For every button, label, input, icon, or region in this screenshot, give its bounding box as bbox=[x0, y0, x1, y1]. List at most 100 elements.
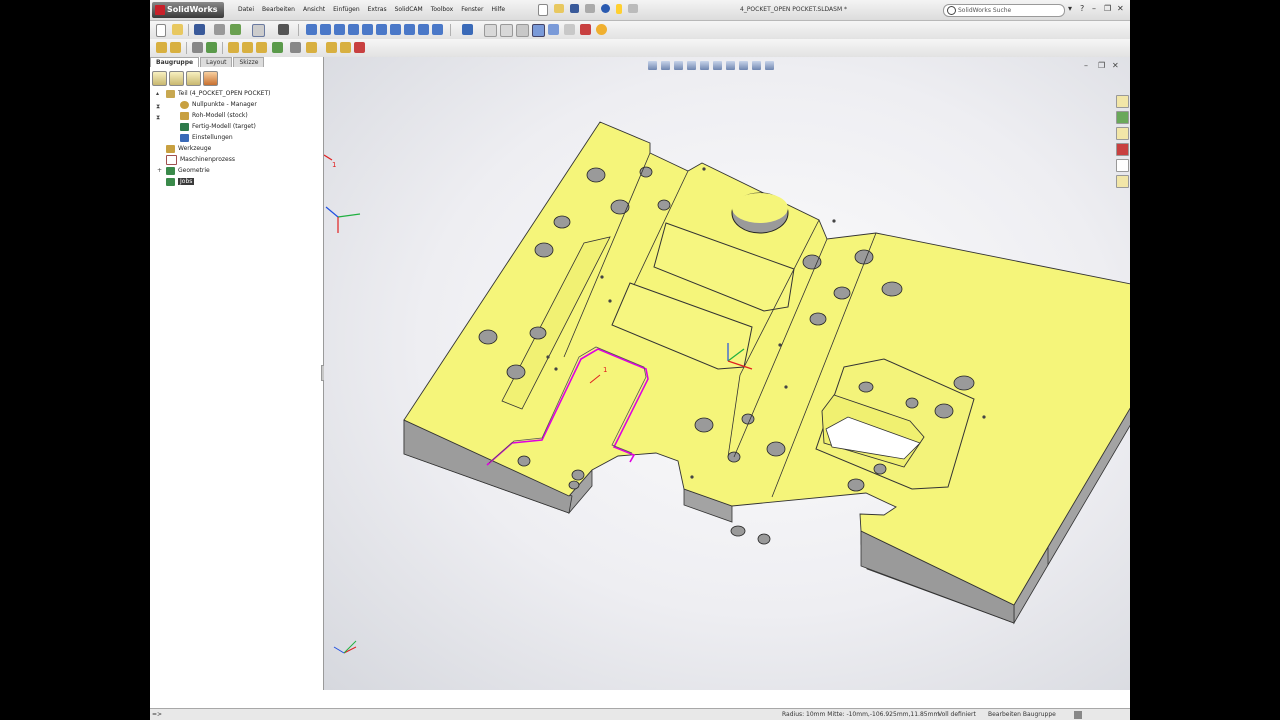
rotate-component-icon[interactable] bbox=[242, 42, 253, 53]
bottom-area bbox=[150, 690, 1130, 708]
view-bottom-icon[interactable] bbox=[376, 24, 387, 35]
save-icon[interactable] bbox=[570, 4, 579, 13]
view-front-icon[interactable] bbox=[306, 24, 317, 35]
search-input[interactable]: SolidWorks Suche bbox=[943, 4, 1065, 17]
tree-item-maschinenprozess[interactable]: Maschinenprozess bbox=[166, 154, 235, 165]
tree-connector-icon: ⧗ bbox=[156, 103, 161, 110]
print-icon[interactable] bbox=[585, 4, 595, 13]
linear-pattern-icon[interactable] bbox=[206, 42, 217, 53]
menu-solidcam[interactable]: SolidCAM bbox=[391, 5, 427, 15]
tab-baugruppe[interactable]: Baugruppe bbox=[150, 57, 200, 67]
hide-show-icon[interactable] bbox=[256, 42, 267, 53]
feature-manager-icon[interactable] bbox=[152, 71, 167, 86]
menu-hilfe[interactable]: Hilfe bbox=[487, 5, 509, 15]
hidden-removed-icon[interactable] bbox=[516, 24, 529, 37]
restore-icon[interactable]: ❐ bbox=[1104, 5, 1111, 13]
tree-item-fertig-modell[interactable]: Fertig-Modell (target) bbox=[180, 121, 256, 132]
view-iso-icon[interactable] bbox=[390, 24, 401, 35]
coordinate-system-triad: 1 bbox=[324, 154, 361, 233]
menu-fenster[interactable]: Fenster bbox=[457, 5, 487, 15]
menu-datei[interactable]: Datei bbox=[234, 5, 258, 15]
view-right-icon[interactable] bbox=[348, 24, 359, 35]
expand-icon[interactable]: + bbox=[157, 165, 162, 176]
save-icon[interactable] bbox=[194, 24, 205, 35]
curvature-icon[interactable] bbox=[580, 24, 591, 35]
solidcam-manager-icon[interactable] bbox=[203, 71, 218, 86]
open-icon[interactable] bbox=[172, 24, 183, 35]
tab-skizze[interactable]: Skizze bbox=[233, 57, 265, 67]
new-file-icon[interactable] bbox=[538, 4, 548, 16]
measure-icon[interactable] bbox=[462, 24, 473, 35]
reference-geometry-icon[interactable] bbox=[290, 42, 301, 53]
menu-ansicht[interactable]: Ansicht bbox=[299, 5, 329, 15]
configuration-manager-icon[interactable] bbox=[186, 71, 201, 86]
cad-part-model[interactable]: 1 1 bbox=[324, 57, 1130, 690]
help-icon[interactable]: ? bbox=[1080, 5, 1084, 13]
status-mode: Bearbeiten Baugruppe bbox=[988, 711, 1056, 718]
undo-icon[interactable] bbox=[230, 24, 241, 35]
search-icon bbox=[947, 6, 956, 15]
rebuild-icon[interactable] bbox=[616, 4, 622, 14]
new-motion-study-icon[interactable] bbox=[306, 42, 317, 53]
graphics-viewport[interactable]: – ❐ ✕ 1 1 bbox=[324, 57, 1130, 690]
title-bar: SolidWorks Datei Bearbeiten Ansicht Einf… bbox=[150, 0, 1130, 21]
view-dimetric-icon[interactable] bbox=[418, 24, 429, 35]
mate-icon[interactable] bbox=[192, 42, 203, 53]
panel-tabs: Baugruppe Layout Skizze bbox=[150, 57, 265, 67]
tools-icon bbox=[166, 144, 175, 153]
minimize-icon[interactable]: – bbox=[1092, 5, 1096, 13]
tree-item-nullpunkte[interactable]: Nullpunkte - Manager bbox=[180, 99, 257, 110]
menu-bar: Datei Bearbeiten Ansicht Einfügen Extras… bbox=[234, 5, 509, 15]
print-icon[interactable] bbox=[214, 24, 225, 35]
status-options-icon[interactable] bbox=[1074, 711, 1082, 719]
view-left-icon[interactable] bbox=[334, 24, 345, 35]
tree-item-einstellungen[interactable]: Einstellungen bbox=[180, 132, 233, 143]
standard-toolbar bbox=[150, 21, 1130, 40]
wireframe-icon[interactable] bbox=[484, 24, 497, 37]
select-icon[interactable] bbox=[252, 24, 265, 37]
options-icon[interactable] bbox=[628, 4, 638, 13]
svg-text:1: 1 bbox=[603, 366, 607, 374]
tree-item-werkzeuge[interactable]: Werkzeuge bbox=[166, 143, 211, 154]
grid-icon[interactable] bbox=[278, 24, 289, 35]
section-view-icon[interactable] bbox=[564, 24, 575, 35]
insert-component-icon[interactable] bbox=[156, 42, 167, 53]
shaded-icon[interactable] bbox=[548, 24, 559, 35]
view-top-icon[interactable] bbox=[362, 24, 373, 35]
stock-model-icon bbox=[180, 111, 189, 120]
interference-icon[interactable] bbox=[354, 42, 365, 53]
status-arrows[interactable]: => bbox=[152, 709, 162, 720]
view-trimetric-icon[interactable] bbox=[404, 24, 415, 35]
appearance-icon[interactable] bbox=[596, 24, 607, 35]
close-icon[interactable]: ✕ bbox=[1117, 5, 1124, 13]
exploded-view-icon[interactable] bbox=[340, 42, 351, 53]
assembly-features-icon[interactable] bbox=[272, 42, 283, 53]
tree-root[interactable]: Teil (4_POCKET_OPEN POCKET) bbox=[166, 88, 270, 99]
view-back-icon[interactable] bbox=[320, 24, 331, 35]
tree-item-roh-modell[interactable]: Roh-Modell (stock) bbox=[180, 110, 248, 121]
tree-item-jobs[interactable]: Jobs bbox=[166, 176, 195, 187]
menu-toolbox[interactable]: Toolbox bbox=[427, 5, 458, 15]
menu-extras[interactable]: Extras bbox=[364, 5, 391, 15]
panel-icon-bar bbox=[152, 71, 218, 87]
toolbar-separator bbox=[450, 24, 451, 36]
normal-to-icon[interactable] bbox=[432, 24, 443, 35]
tree-item-geometrie[interactable]: Geometrie bbox=[166, 165, 210, 176]
menu-bearbeiten[interactable]: Bearbeiten bbox=[258, 5, 299, 15]
toolbar-separator bbox=[222, 42, 223, 54]
hidden-lines-icon[interactable] bbox=[500, 24, 513, 37]
menu-einfuegen[interactable]: Einfügen bbox=[329, 5, 363, 15]
solidworks-logo[interactable]: SolidWorks bbox=[152, 2, 224, 18]
property-manager-icon[interactable] bbox=[169, 71, 184, 86]
search-dropdown-icon[interactable]: ▾ bbox=[1068, 5, 1072, 13]
open-folder-icon[interactable] bbox=[554, 4, 564, 13]
move-component-icon[interactable] bbox=[228, 42, 239, 53]
bill-of-materials-icon[interactable] bbox=[326, 42, 337, 53]
tab-layout[interactable]: Layout bbox=[200, 57, 233, 67]
new-part-icon[interactable] bbox=[170, 42, 181, 53]
undo-icon[interactable] bbox=[601, 4, 610, 13]
collapse-icon[interactable]: ▴ bbox=[156, 88, 159, 99]
shaded-edges-icon[interactable] bbox=[532, 24, 545, 37]
part-icon bbox=[166, 89, 175, 98]
new-icon[interactable] bbox=[156, 24, 166, 37]
